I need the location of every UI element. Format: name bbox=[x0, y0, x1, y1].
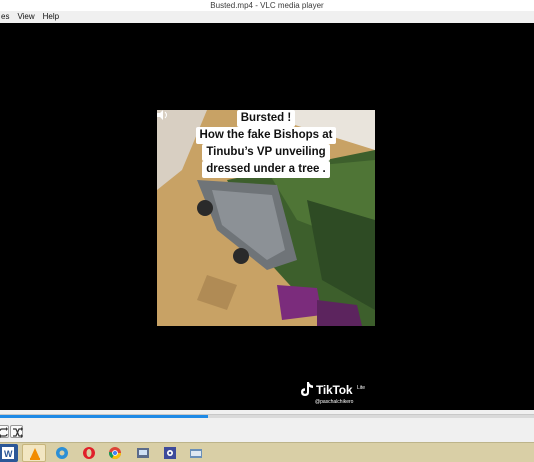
tiktok-variant: Lite bbox=[357, 385, 366, 391]
svg-text:W: W bbox=[4, 449, 13, 459]
taskbar-word[interactable]: W bbox=[0, 444, 18, 462]
shuffle-button[interactable] bbox=[10, 425, 23, 438]
video-caption: Bursted ! How the fake Bishops at Tinubu… bbox=[157, 110, 375, 178]
volume-icon bbox=[157, 110, 167, 120]
word-icon: W bbox=[2, 447, 14, 459]
video-frame[interactable]: Bursted ! How the fake Bishops at Tinubu… bbox=[157, 110, 375, 326]
menu-bar: es View Help bbox=[0, 11, 534, 23]
tiktok-handle: @paschalchikero bbox=[315, 399, 354, 405]
loop-icon bbox=[0, 427, 8, 438]
tiktok-logo-icon bbox=[301, 382, 313, 396]
tiktok-brand: TikTok bbox=[316, 383, 353, 397]
taskbar-explorer[interactable] bbox=[189, 446, 203, 460]
window-title: Busted.mp4 - VLC media player bbox=[210, 1, 324, 10]
taskbar-edge[interactable] bbox=[55, 446, 69, 460]
caption-line-3: Tinubu’s VP unveiling bbox=[202, 144, 330, 161]
taskbar-settings[interactable] bbox=[163, 446, 177, 460]
taskbar-opera[interactable] bbox=[82, 446, 96, 460]
taskbar-chrome[interactable] bbox=[108, 446, 122, 460]
seek-track[interactable] bbox=[0, 414, 534, 418]
explorer-icon bbox=[190, 449, 202, 458]
opera-icon bbox=[83, 447, 95, 459]
chrome-icon bbox=[109, 447, 121, 460]
caption-line-2: How the fake Bishops at bbox=[195, 127, 337, 144]
window-titlebar: Busted.mp4 - VLC media player bbox=[0, 0, 534, 11]
vlc-icon bbox=[30, 448, 40, 460]
seek-bar[interactable] bbox=[0, 410, 534, 422]
seek-progress bbox=[0, 415, 209, 418]
menu-item-help[interactable]: Help bbox=[39, 11, 63, 23]
playback-controls bbox=[0, 422, 534, 442]
taskbar-vlc[interactable] bbox=[22, 444, 46, 462]
tiktok-watermark: TikTok Lite @paschalchikero bbox=[300, 381, 380, 407]
caption-line-4: dressed under a tree . bbox=[202, 161, 330, 178]
caption-line-1: Bursted ! bbox=[236, 110, 296, 127]
loop-button[interactable] bbox=[0, 425, 9, 438]
taskbar-app[interactable] bbox=[136, 446, 150, 460]
os-taskbar: W bbox=[0, 442, 534, 462]
menu-item-view[interactable]: View bbox=[13, 11, 38, 23]
edge-icon bbox=[56, 447, 68, 459]
app-icon bbox=[137, 448, 149, 458]
shuffle-icon bbox=[13, 427, 23, 438]
menu-item-tools[interactable]: es bbox=[0, 11, 13, 23]
settings-icon bbox=[164, 447, 176, 459]
